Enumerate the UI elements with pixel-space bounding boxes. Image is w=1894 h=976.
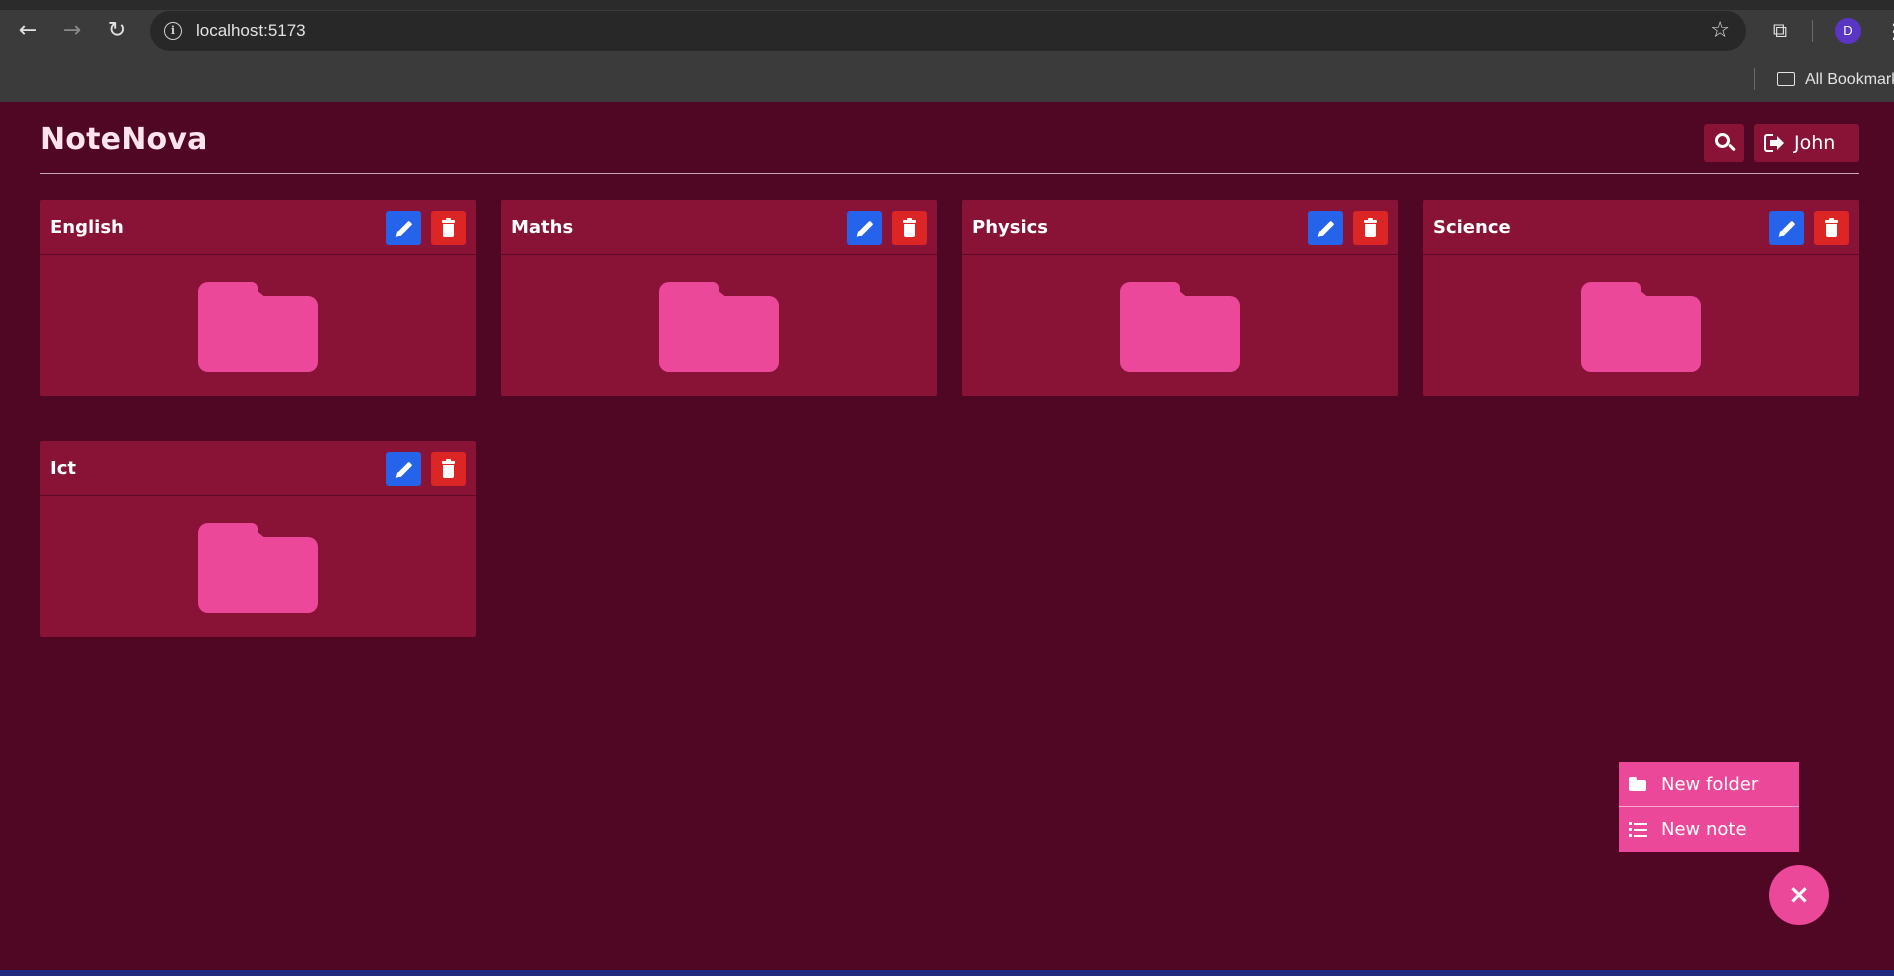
folder-card[interactable]: Science (1423, 200, 1859, 396)
toolbar-separator (1812, 20, 1813, 42)
all-bookmarks-button[interactable]: All Bookmarks (1777, 68, 1894, 92)
delete-folder-button[interactable] (431, 211, 466, 245)
search-button[interactable] (1704, 124, 1744, 162)
bookmarks-separator (1754, 68, 1755, 90)
folder-card[interactable]: Maths (501, 200, 937, 396)
trash-icon-body (1826, 224, 1837, 237)
list-icon-dot (1629, 834, 1632, 837)
folder-name: Ict (50, 458, 76, 479)
edit-folder-button[interactable] (1769, 211, 1804, 245)
close-fab-button[interactable]: × (1769, 865, 1829, 925)
folder-icon-body (198, 296, 318, 372)
brand-logo[interactable]: NoteNova (40, 122, 208, 157)
trash-icon-body (443, 465, 454, 478)
folder-name: Physics (972, 217, 1049, 238)
fab-menu: New folder New note (1619, 762, 1799, 852)
header-divider (40, 173, 1859, 174)
reload-icon[interactable]: ↻ (102, 16, 132, 46)
delete-folder-button[interactable] (892, 211, 927, 245)
taskbar-edge (0, 970, 1894, 976)
trash-icon (442, 220, 455, 223)
folder-name: Maths (511, 217, 574, 238)
folder-icon-body (1581, 296, 1701, 372)
folder-card[interactable]: English (40, 200, 476, 396)
folder-card-header: English (40, 200, 476, 255)
folder-icon[interactable] (1120, 282, 1240, 372)
address-bar[interactable]: i localhost:5173 ☆ (150, 11, 1746, 51)
edit-folder-button[interactable] (847, 211, 882, 245)
delete-folder-button[interactable] (1353, 211, 1388, 245)
logout-icon-tip (1777, 136, 1784, 150)
user-name: John (1794, 132, 1836, 154)
trash-icon (903, 220, 916, 223)
folder-icon-body (659, 296, 779, 372)
address-url[interactable]: localhost:5173 (196, 11, 306, 51)
folder-icon-body (1629, 780, 1646, 791)
list-icon-dot (1629, 822, 1632, 825)
edit-folder-button[interactable] (1308, 211, 1343, 245)
all-bookmarks-label: All Bookmarks (1805, 71, 1894, 88)
folder-icon-body (1120, 296, 1240, 372)
folder-card[interactable]: Ict (40, 441, 476, 637)
back-arrow-icon[interactable]: ← (13, 16, 43, 46)
trash-icon (1364, 220, 1377, 223)
trash-icon-body (904, 224, 915, 237)
folder-card[interactable]: Physics (962, 200, 1398, 396)
logout-button[interactable]: John (1754, 124, 1859, 162)
app-root: NoteNova John English Maths Physics Scie… (0, 102, 1894, 970)
list-icon (1629, 822, 1647, 837)
delete-folder-button[interactable] (431, 452, 466, 486)
forward-arrow-icon[interactable]: → (57, 16, 87, 46)
folder-card-header: Physics (962, 200, 1398, 255)
edit-folder-button[interactable] (386, 211, 421, 245)
new-note-label: New note (1661, 819, 1747, 840)
new-folder-label: New folder (1661, 774, 1759, 795)
folder-icon-body (198, 537, 318, 613)
new-folder-button[interactable]: New folder (1619, 762, 1799, 807)
folder-icon (1629, 777, 1646, 791)
folder-card-header: Maths (501, 200, 937, 255)
folder-card-header: Ict (40, 441, 476, 496)
list-icon-dot (1629, 828, 1632, 831)
list-icon-line (1634, 835, 1647, 837)
delete-folder-button[interactable] (1814, 211, 1849, 245)
folder-icon[interactable] (198, 282, 318, 372)
browser-menu-icon[interactable]: ⋮ (1884, 18, 1894, 44)
bookmark-folder-icon (1777, 72, 1795, 86)
bookmarks-bar: All Bookmarks (0, 60, 1894, 102)
folder-name: Science (1433, 217, 1511, 238)
list-icon-line (1634, 823, 1647, 825)
logout-icon (1764, 134, 1784, 152)
search-icon-handle (1728, 143, 1736, 152)
trash-icon-body (1365, 224, 1376, 237)
folder-icon[interactable] (1581, 282, 1701, 372)
folder-icon[interactable] (198, 523, 318, 613)
extensions-icon[interactable]: ⧉ (1768, 18, 1792, 42)
profile-avatar[interactable]: D (1835, 18, 1861, 44)
edit-folder-button[interactable] (386, 452, 421, 486)
bookmark-star-icon[interactable]: ☆ (1710, 17, 1730, 45)
folder-icon[interactable] (659, 282, 779, 372)
trash-icon (442, 461, 455, 464)
trash-icon-body (443, 224, 454, 237)
new-note-button[interactable]: New note (1619, 807, 1799, 852)
folder-name: English (50, 217, 124, 238)
site-info-icon[interactable]: i (164, 22, 182, 40)
folder-card-header: Science (1423, 200, 1859, 255)
trash-icon (1825, 220, 1838, 223)
tab-strip (0, 0, 1894, 10)
browser-toolbar: ← → ↻ i localhost:5173 ☆ ⧉ D ⋮ (0, 0, 1894, 60)
list-icon-line (1634, 829, 1647, 831)
